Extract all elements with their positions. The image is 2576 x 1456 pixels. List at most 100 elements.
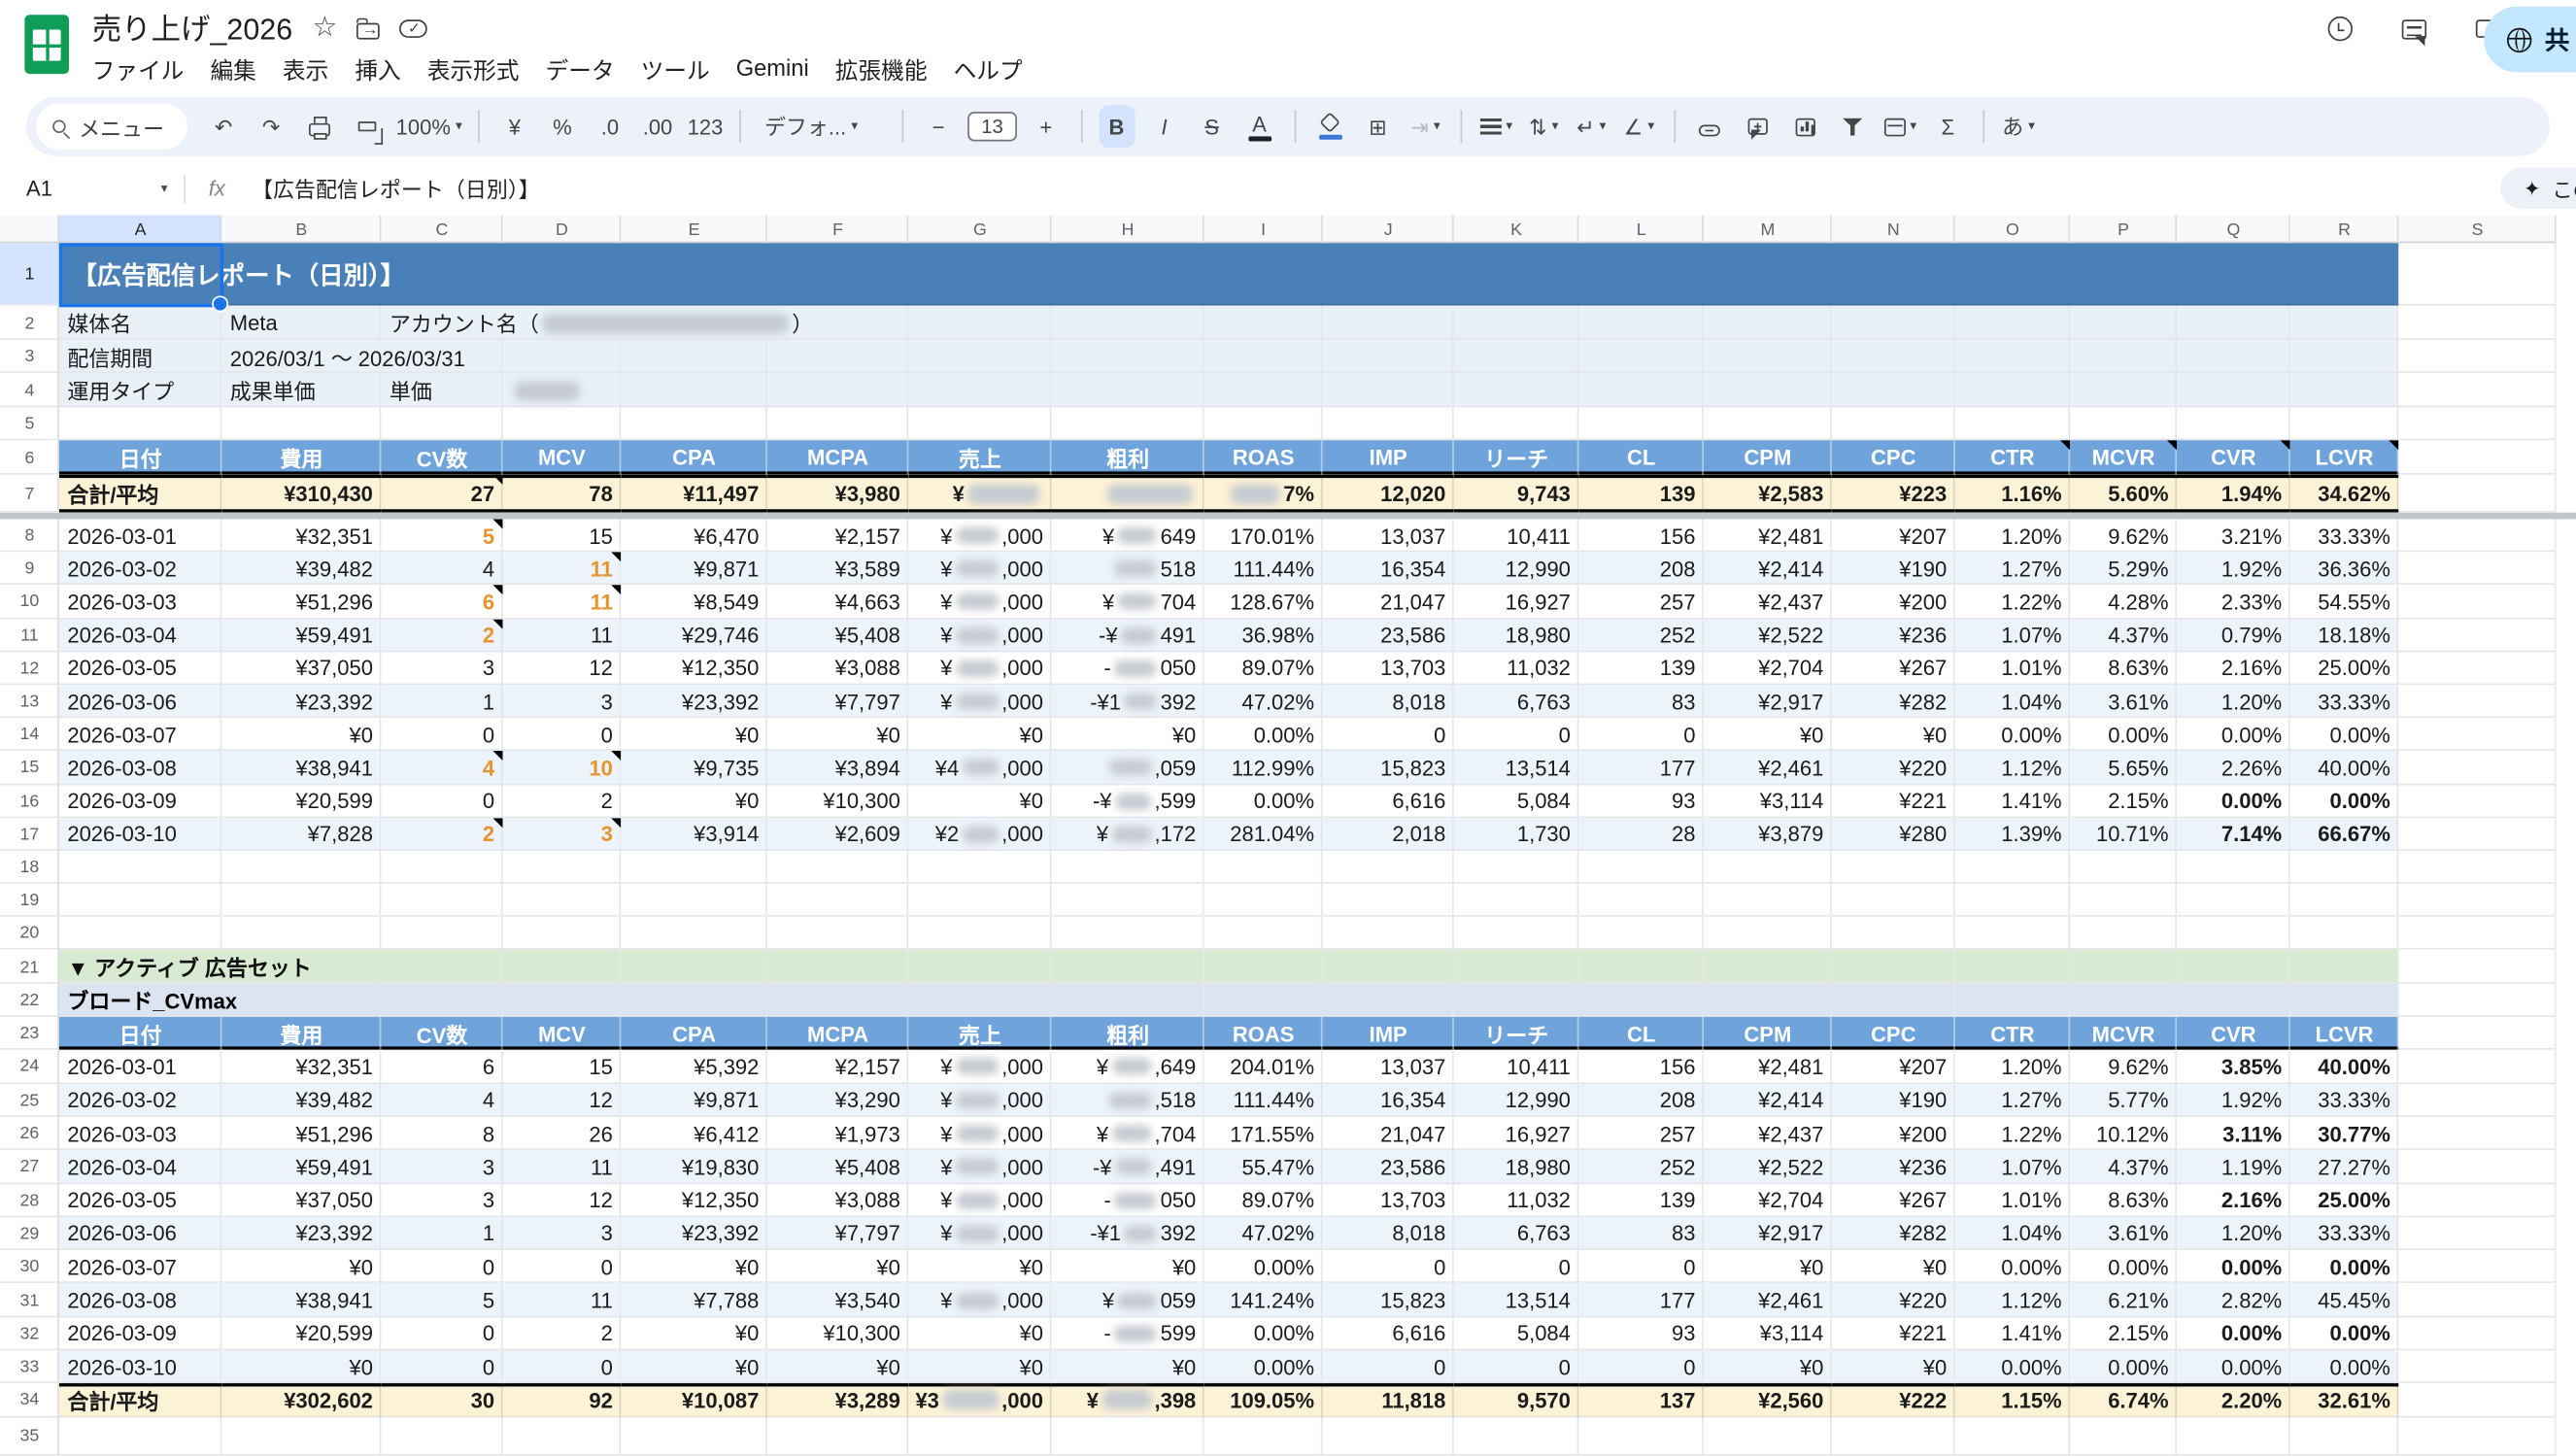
- cell-S20[interactable]: [2398, 917, 2556, 950]
- cell-Q33[interactable]: 0.00%: [2177, 1350, 2290, 1383]
- cell-G6[interactable]: 売上: [908, 440, 1051, 475]
- cell-C13[interactable]: 1: [381, 685, 502, 718]
- cell-L17[interactable]: 28: [1578, 818, 1704, 851]
- cell-E35[interactable]: [621, 1417, 767, 1455]
- cell[interactable]: [2070, 306, 2177, 341]
- zoom-select[interactable]: 100%▾: [396, 105, 462, 148]
- cell-C34[interactable]: 30: [381, 1384, 502, 1417]
- cell[interactable]: [1832, 373, 1955, 408]
- cell-L33[interactable]: 0: [1578, 1350, 1704, 1383]
- cell-Q32[interactable]: 0.00%: [2177, 1317, 2290, 1350]
- cell-M34[interactable]: ¥2,560: [1704, 1384, 1832, 1417]
- cell-I26[interactable]: 171.55%: [1204, 1117, 1323, 1150]
- insert-chart-icon[interactable]: [1787, 105, 1823, 148]
- cell-F6[interactable]: MCPA: [767, 440, 908, 475]
- cell-E13[interactable]: ¥23,392: [621, 685, 767, 718]
- cell-G26[interactable]: ¥,000: [908, 1117, 1051, 1150]
- cell-S14[interactable]: [2398, 718, 2556, 751]
- cell-H19[interactable]: [1051, 884, 1203, 917]
- cell-G13[interactable]: ¥,000: [908, 685, 1051, 718]
- menu-ヘルプ[interactable]: ヘルプ: [940, 50, 1035, 92]
- cell-P28[interactable]: 8.63%: [2070, 1184, 2177, 1217]
- cell-R20[interactable]: [2290, 917, 2399, 950]
- cell-Q13[interactable]: 1.20%: [2177, 685, 2290, 718]
- col-header-S[interactable]: S: [2398, 216, 2556, 244]
- cell-K11[interactable]: 18,980: [1454, 619, 1579, 652]
- cell-B28[interactable]: ¥37,050: [221, 1184, 381, 1217]
- cell-D25[interactable]: 12: [503, 1084, 622, 1117]
- redo-icon[interactable]: ↷: [253, 105, 288, 148]
- cell-D31[interactable]: 11: [503, 1284, 622, 1317]
- cell[interactable]: アカウント名（）: [381, 306, 908, 341]
- cell-K9[interactable]: 12,990: [1454, 553, 1579, 586]
- menu-表示形式[interactable]: 表示形式: [414, 50, 532, 92]
- cell-J23[interactable]: IMP: [1323, 1017, 1454, 1050]
- cell-D16[interactable]: 2: [503, 785, 622, 818]
- cell-L12[interactable]: 139: [1578, 652, 1704, 685]
- cell-S21[interactable]: [2398, 950, 2556, 983]
- cell-F14[interactable]: ¥0: [767, 718, 908, 751]
- cell-E34[interactable]: ¥10,087: [621, 1384, 767, 1417]
- cell-A12[interactable]: 2026-03-05: [59, 652, 221, 685]
- cell[interactable]: [1704, 950, 1832, 983]
- cell-S19[interactable]: [2398, 884, 2556, 917]
- cell-H25[interactable]: ,518: [1051, 1084, 1203, 1117]
- cell-H29[interactable]: -¥1392: [1051, 1217, 1203, 1250]
- cell[interactable]: [1832, 340, 1955, 373]
- cell-L20[interactable]: [1578, 917, 1704, 950]
- cell-Q7[interactable]: 1.94%: [2177, 475, 2290, 513]
- cell-S8[interactable]: [2398, 519, 2556, 552]
- cell-F7[interactable]: ¥3,980: [767, 475, 908, 513]
- bold-icon[interactable]: B: [1099, 105, 1135, 148]
- cell-A29[interactable]: 2026-03-06: [59, 1217, 221, 1250]
- cell-G31[interactable]: ¥,000: [908, 1284, 1051, 1317]
- col-header-E[interactable]: E: [621, 216, 767, 244]
- cell[interactable]: [621, 340, 767, 373]
- cell-I7[interactable]: 7%: [1204, 475, 1323, 513]
- cell-J31[interactable]: 15,823: [1323, 1284, 1454, 1317]
- formula-input[interactable]: 【広告配信レポート（日別）】: [252, 173, 540, 204]
- cell-C30[interactable]: 0: [381, 1250, 502, 1283]
- cell-M5[interactable]: [1704, 407, 1832, 440]
- row-header-13[interactable]: 13: [0, 685, 59, 718]
- cell-D24[interactable]: 15: [503, 1050, 622, 1083]
- cell-D6[interactable]: MCV: [503, 440, 622, 475]
- cell-M8[interactable]: ¥2,481: [1704, 519, 1832, 552]
- cell-K6[interactable]: リーチ: [1454, 440, 1579, 475]
- cell-O19[interactable]: [1955, 884, 2070, 917]
- cell-H16[interactable]: -¥,599: [1051, 785, 1203, 818]
- cell-P15[interactable]: 5.65%: [2070, 751, 2177, 784]
- cell-L16[interactable]: 93: [1578, 785, 1704, 818]
- cell-F17[interactable]: ¥2,609: [767, 818, 908, 851]
- cell-S35[interactable]: [2398, 1417, 2556, 1455]
- cell-C16[interactable]: 0: [381, 785, 502, 818]
- cell-H11[interactable]: -¥491: [1051, 619, 1203, 652]
- cell-K31[interactable]: 13,514: [1454, 1284, 1579, 1317]
- cell-L35[interactable]: [1578, 1417, 1704, 1455]
- cell-L6[interactable]: CL: [1578, 440, 1704, 475]
- col-header-O[interactable]: O: [1955, 216, 2070, 244]
- cell-Q29[interactable]: 1.20%: [2177, 1217, 2290, 1250]
- cell-N14[interactable]: ¥0: [1832, 718, 1955, 751]
- cell[interactable]: [503, 373, 622, 408]
- col-header-H[interactable]: H: [1051, 216, 1203, 244]
- cell-K15[interactable]: 13,514: [1454, 751, 1579, 784]
- cell-K18[interactable]: [1454, 851, 1579, 884]
- cell-A11[interactable]: 2026-03-04: [59, 619, 221, 652]
- cell-N8[interactable]: ¥207: [1832, 519, 1955, 552]
- cell-R26[interactable]: 30.77%: [2290, 1117, 2399, 1150]
- cell-G17[interactable]: ¥2,000: [908, 818, 1051, 851]
- cell-O14[interactable]: 0.00%: [1955, 718, 2070, 751]
- cell-A32[interactable]: 2026-03-09: [59, 1317, 221, 1350]
- cell-O16[interactable]: 1.41%: [1955, 785, 2070, 818]
- cell-O23[interactable]: CTR: [1955, 1017, 2070, 1050]
- cell-C12[interactable]: 3: [381, 652, 502, 685]
- row-header-30[interactable]: 30: [0, 1250, 59, 1283]
- menu-Gemini[interactable]: Gemini: [723, 50, 822, 92]
- cell-R15[interactable]: 40.00%: [2290, 751, 2399, 784]
- cell[interactable]: [1051, 373, 1203, 408]
- cell-R33[interactable]: 0.00%: [2290, 1350, 2399, 1383]
- row-header-4[interactable]: 4: [0, 373, 59, 408]
- cell-Q10[interactable]: 2.33%: [2177, 586, 2290, 619]
- cell-E25[interactable]: ¥9,871: [621, 1084, 767, 1117]
